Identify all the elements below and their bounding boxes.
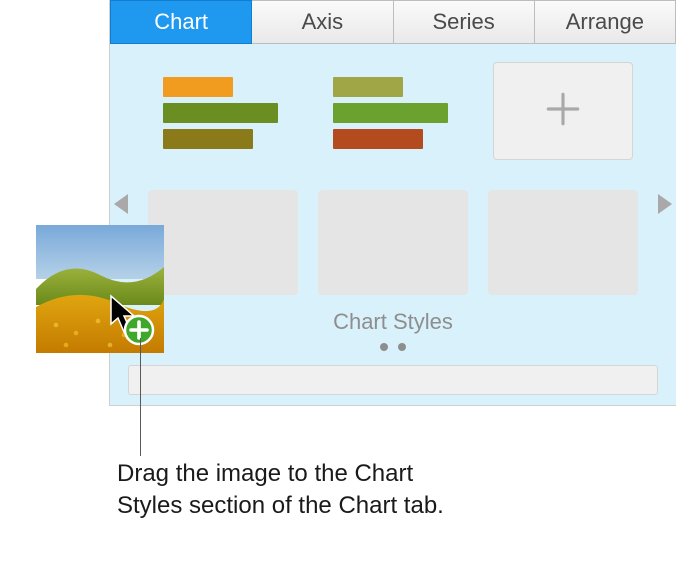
- bar: [333, 77, 403, 97]
- tab-series-label: Series: [432, 9, 494, 35]
- tab-axis[interactable]: Axis: [252, 0, 393, 44]
- style-row-2: [120, 190, 666, 295]
- chart-style-preset-1[interactable]: [153, 58, 303, 168]
- tab-series[interactable]: Series: [394, 0, 535, 44]
- style-row-1: [120, 58, 666, 168]
- chart-styles-label: Chart Styles: [120, 309, 666, 335]
- prev-page-arrow[interactable]: [114, 194, 128, 214]
- bar: [163, 129, 253, 149]
- pager-dot[interactable]: [398, 343, 406, 351]
- add-chart-style-button[interactable]: [493, 62, 633, 160]
- pager-dot[interactable]: [380, 343, 388, 351]
- tab-chart[interactable]: Chart: [110, 0, 252, 44]
- chart-style-slot-empty[interactable]: [318, 190, 468, 295]
- chart-style-preset-2[interactable]: [323, 58, 473, 168]
- plus-icon: [542, 88, 584, 135]
- chart-styles-section: Chart Styles: [110, 44, 676, 405]
- chart-style-slot-empty[interactable]: [148, 190, 298, 295]
- bar: [163, 103, 278, 123]
- dragged-image-thumbnail[interactable]: [36, 225, 164, 353]
- tab-arrange-label: Arrange: [566, 9, 644, 35]
- callout-text-line: Drag the image to the Chart: [117, 458, 537, 490]
- inspector-panel: Chart Axis Series Arrange: [109, 0, 676, 406]
- bar: [333, 103, 448, 123]
- callout-text: Drag the image to the Chart Styles secti…: [117, 458, 537, 521]
- callout-line: [140, 338, 141, 456]
- dropzone[interactable]: [128, 365, 658, 395]
- chart-style-slot-empty[interactable]: [488, 190, 638, 295]
- callout-text-line: Styles section of the Chart tab.: [117, 490, 537, 522]
- bar: [333, 129, 423, 149]
- tab-bar: Chart Axis Series Arrange: [110, 0, 676, 44]
- next-page-arrow[interactable]: [658, 194, 672, 214]
- tab-axis-label: Axis: [302, 9, 344, 35]
- tab-arrange[interactable]: Arrange: [535, 0, 676, 44]
- pager: [120, 343, 666, 351]
- bar: [163, 77, 233, 97]
- tab-chart-label: Chart: [154, 9, 208, 35]
